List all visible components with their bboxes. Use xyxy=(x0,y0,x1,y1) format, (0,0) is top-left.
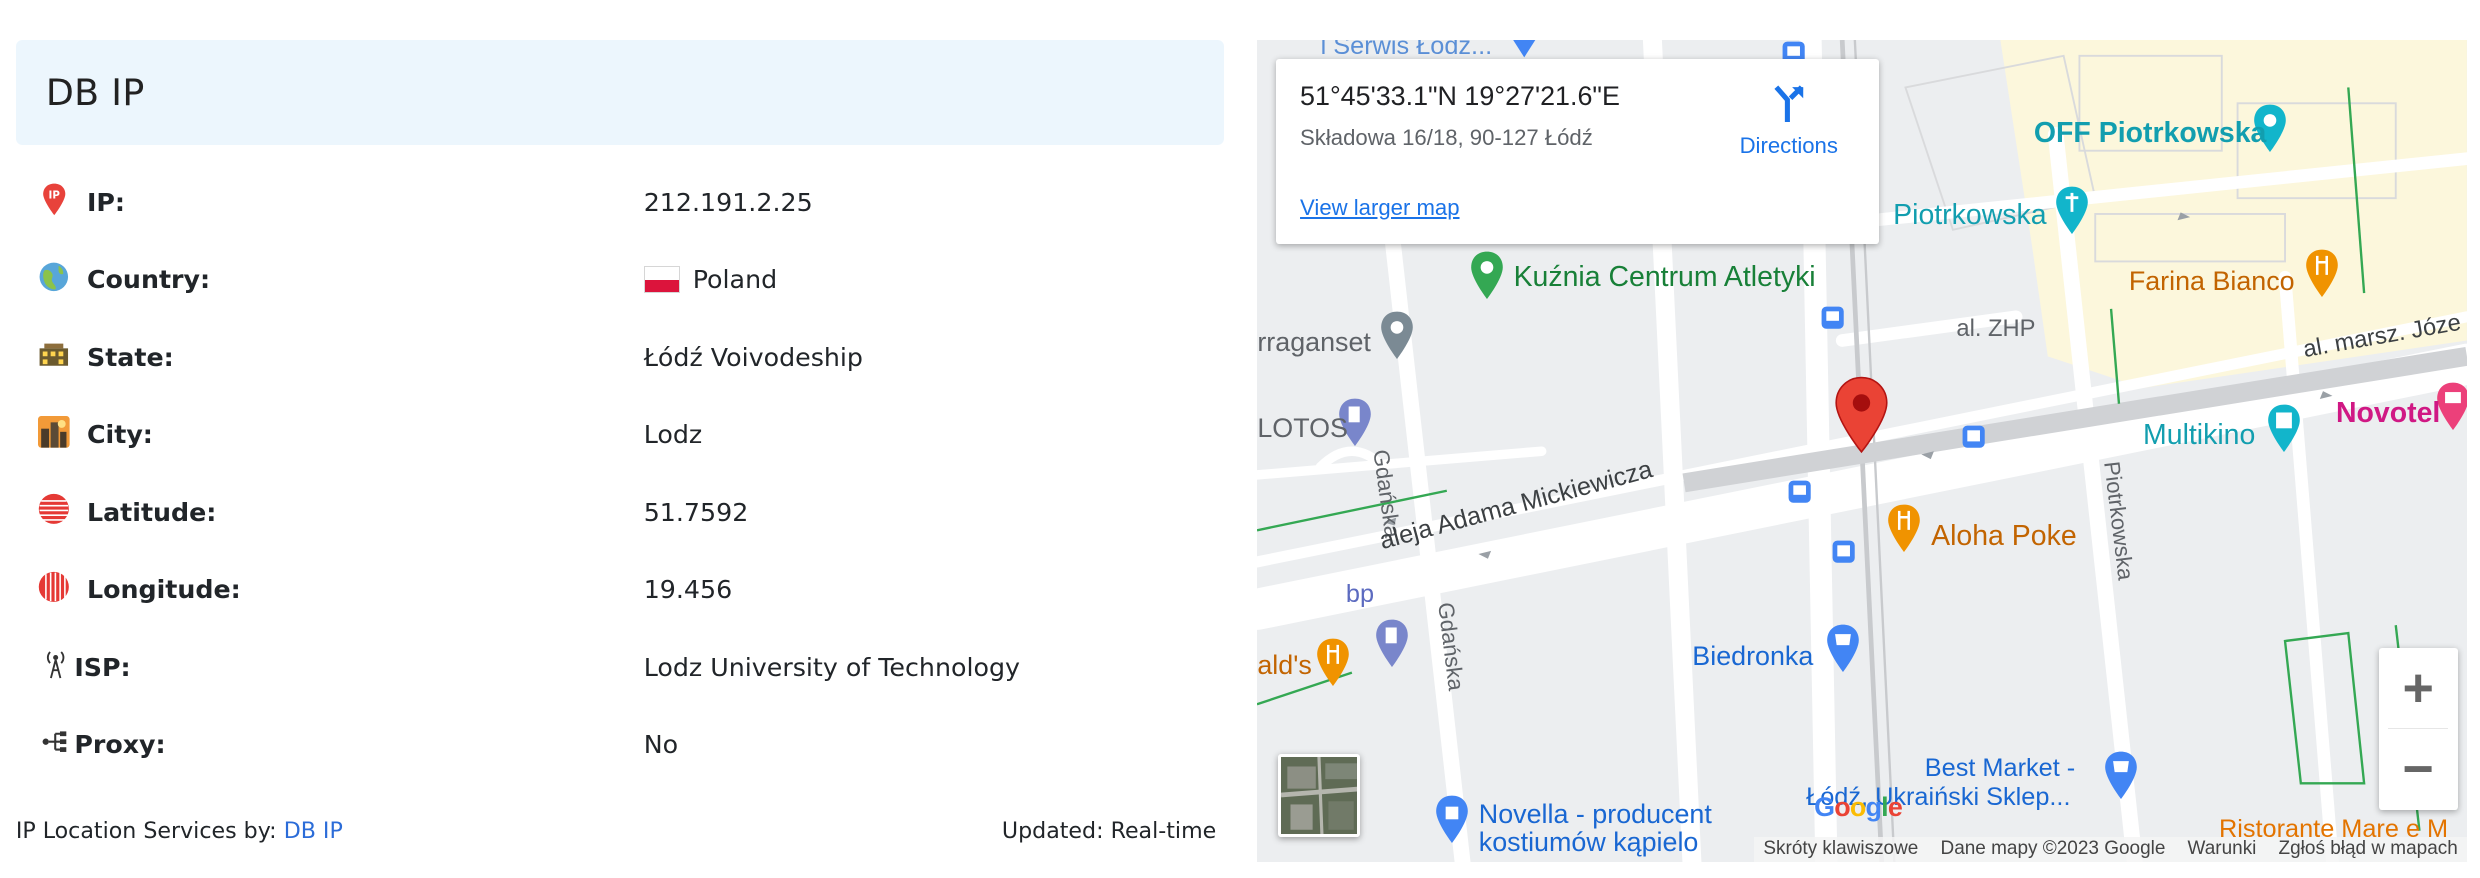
map-label-novella-2: kostiumów kąpielo xyxy=(1478,827,1699,858)
location-pin-icon[interactable] xyxy=(1833,376,1890,455)
isp-value: Lodz University of Technology xyxy=(643,652,1020,682)
view-larger-map-link[interactable]: View larger map xyxy=(1300,195,1459,221)
google-logo: Google xyxy=(1814,792,1903,823)
zoom-out-button[interactable]: − xyxy=(2379,729,2458,808)
footer-credits: IP Location Services by: DB IP xyxy=(16,818,343,844)
map-label-serwis: l Serwis Łodz... xyxy=(1320,39,1493,60)
bus-stop-icon[interactable] xyxy=(1787,479,1812,504)
row-state: State: Łódź Voivodeship xyxy=(16,319,1224,395)
report-error-link[interactable]: Zgłoś błąd w mapach xyxy=(2279,838,2458,860)
aloha-poke-icon[interactable] xyxy=(1885,503,1923,554)
map-label-al-zhp: al. ZHP xyxy=(1956,316,2036,343)
map-label-novotel: Novotel xyxy=(2336,396,2441,429)
bus-stop-icon[interactable] xyxy=(1820,305,1845,330)
latitude-value: 51.7592 xyxy=(643,497,749,527)
card-title: DB IP xyxy=(45,71,145,114)
state-value: Łódź Voivodeship xyxy=(643,342,863,372)
longitude-icon xyxy=(38,571,70,603)
ip-info-card: DB IP IP IP: 212.191.2.25 Country: Polan… xyxy=(15,39,1225,862)
kuznia-pin-icon[interactable] xyxy=(1468,250,1506,301)
multikino-icon[interactable] xyxy=(2265,403,2303,454)
map-label-kuznia: Kuźnia Centrum Atletyki xyxy=(1513,260,1816,293)
city-icon xyxy=(37,415,70,448)
state-icon xyxy=(38,338,70,370)
place-info-box: 51°45'33.1"N 19°27'21.6"E Składowa 16/18… xyxy=(1276,58,1879,244)
ip-label: IP: xyxy=(86,187,126,217)
antenna-icon xyxy=(40,648,72,680)
poland-flag-icon xyxy=(643,266,681,294)
terms-link[interactable]: Warunki xyxy=(2188,838,2257,860)
map-label-multikino: Multikino xyxy=(2143,419,2256,452)
proxy-icon xyxy=(40,726,72,758)
map-label-lotos: LOTOS xyxy=(1257,412,1348,443)
satellite-preview-icon xyxy=(1280,757,1358,834)
best-market-icon[interactable] xyxy=(2102,750,2140,801)
map-label-alds: ald's xyxy=(1257,650,1312,681)
keyboard-shortcuts-link[interactable]: Skróty klawiszowe xyxy=(1763,838,1918,860)
country-name: Poland xyxy=(692,265,778,295)
db-ip-link[interactable]: DB IP xyxy=(284,818,343,844)
map-label-narraganset: rraganset xyxy=(1257,327,1371,358)
latitude-icon xyxy=(38,493,70,525)
serwis-pin-icon[interactable] xyxy=(1510,39,1538,59)
satellite-toggle-thumbnail[interactable] xyxy=(1277,754,1361,837)
row-longitude: Longitude: 19.456 xyxy=(16,552,1224,628)
isp-label: ISP: xyxy=(74,652,131,682)
directions-icon xyxy=(1774,85,1804,122)
map-data-text: Dane mapy ©2023 Google xyxy=(1940,838,2166,860)
map-label-best-market-1: Best Market - xyxy=(1924,754,2076,783)
city-label: City: xyxy=(86,420,153,450)
tram-stop-icon[interactable] xyxy=(1831,539,1856,564)
longitude-label: Longitude: xyxy=(86,575,241,605)
longitude-value: 19.456 xyxy=(643,575,733,605)
row-city: City: Lodz xyxy=(16,397,1224,473)
svg-text:IP: IP xyxy=(48,189,60,201)
country-label: Country: xyxy=(86,265,211,295)
globe-icon xyxy=(38,261,70,293)
narraganset-pin-icon[interactable] xyxy=(1378,310,1416,361)
map-attribution: Skróty klawiszowe Dane mapy ©2023 Google… xyxy=(1753,836,2468,862)
footer-prefix: IP Location Services by: xyxy=(15,817,277,844)
proxy-value: No xyxy=(643,730,679,760)
directions-label: Directions xyxy=(1739,132,1838,158)
row-country: Country: Poland xyxy=(16,242,1224,318)
map-label-bp: bp xyxy=(1345,580,1375,609)
map-label-farina: Farina Bianco xyxy=(2128,265,2295,296)
ip-value: 212.191.2.25 xyxy=(643,187,813,217)
map-label-novella-1: Novella - producent xyxy=(1478,798,1712,829)
map-label-aloha: Aloha Poke xyxy=(1931,520,2077,553)
zoom-in-button[interactable]: + xyxy=(2379,648,2458,727)
card-header: DB IP xyxy=(15,39,1225,146)
row-isp: ISP: Lodz University of Technology xyxy=(16,629,1224,705)
country-value: Poland xyxy=(643,265,778,295)
farina-bianco-icon[interactable] xyxy=(2303,248,2341,299)
map-label-off-piotrkowska: OFF Piotrkowska xyxy=(2033,117,2267,150)
row-latitude: Latitude: 51.7592 xyxy=(16,474,1224,550)
state-label: State: xyxy=(86,342,174,372)
latitude-label: Latitude: xyxy=(86,497,217,527)
map-label-biedronka: Biedronka xyxy=(1692,640,1814,671)
coordinates-text: 51°45'33.1"N 19°27'21.6"E xyxy=(1300,80,1620,111)
tram-stop-icon[interactable] xyxy=(1961,424,1986,449)
google-map[interactable]: l Serwis Łodz... OFF Piotrkowska Piotrko… xyxy=(1257,39,2468,862)
map-label-piotrkowska: Piotrkowska xyxy=(1893,199,2047,232)
novella-icon[interactable] xyxy=(1433,794,1471,845)
piotrkowska-monument-icon[interactable] xyxy=(2053,185,2091,236)
address-text: Składowa 16/18, 90-127 Łódź xyxy=(1300,124,1593,150)
directions-button[interactable]: Directions xyxy=(1729,81,1849,170)
bp-fuel-icon[interactable] xyxy=(1373,618,1411,669)
updated-text: Updated: Real-time xyxy=(1001,817,1217,844)
row-ip: IP IP: 212.191.2.25 xyxy=(16,164,1224,240)
city-value: Lodz xyxy=(643,420,703,450)
biedronka-icon[interactable] xyxy=(1824,623,1862,674)
proxy-label: Proxy: xyxy=(74,730,166,760)
ip-pin-icon: IP xyxy=(38,183,70,216)
zoom-controls: + − xyxy=(2378,648,2458,810)
row-proxy: Proxy: No xyxy=(16,707,1224,783)
restaurant-icon[interactable] xyxy=(1314,637,1352,688)
